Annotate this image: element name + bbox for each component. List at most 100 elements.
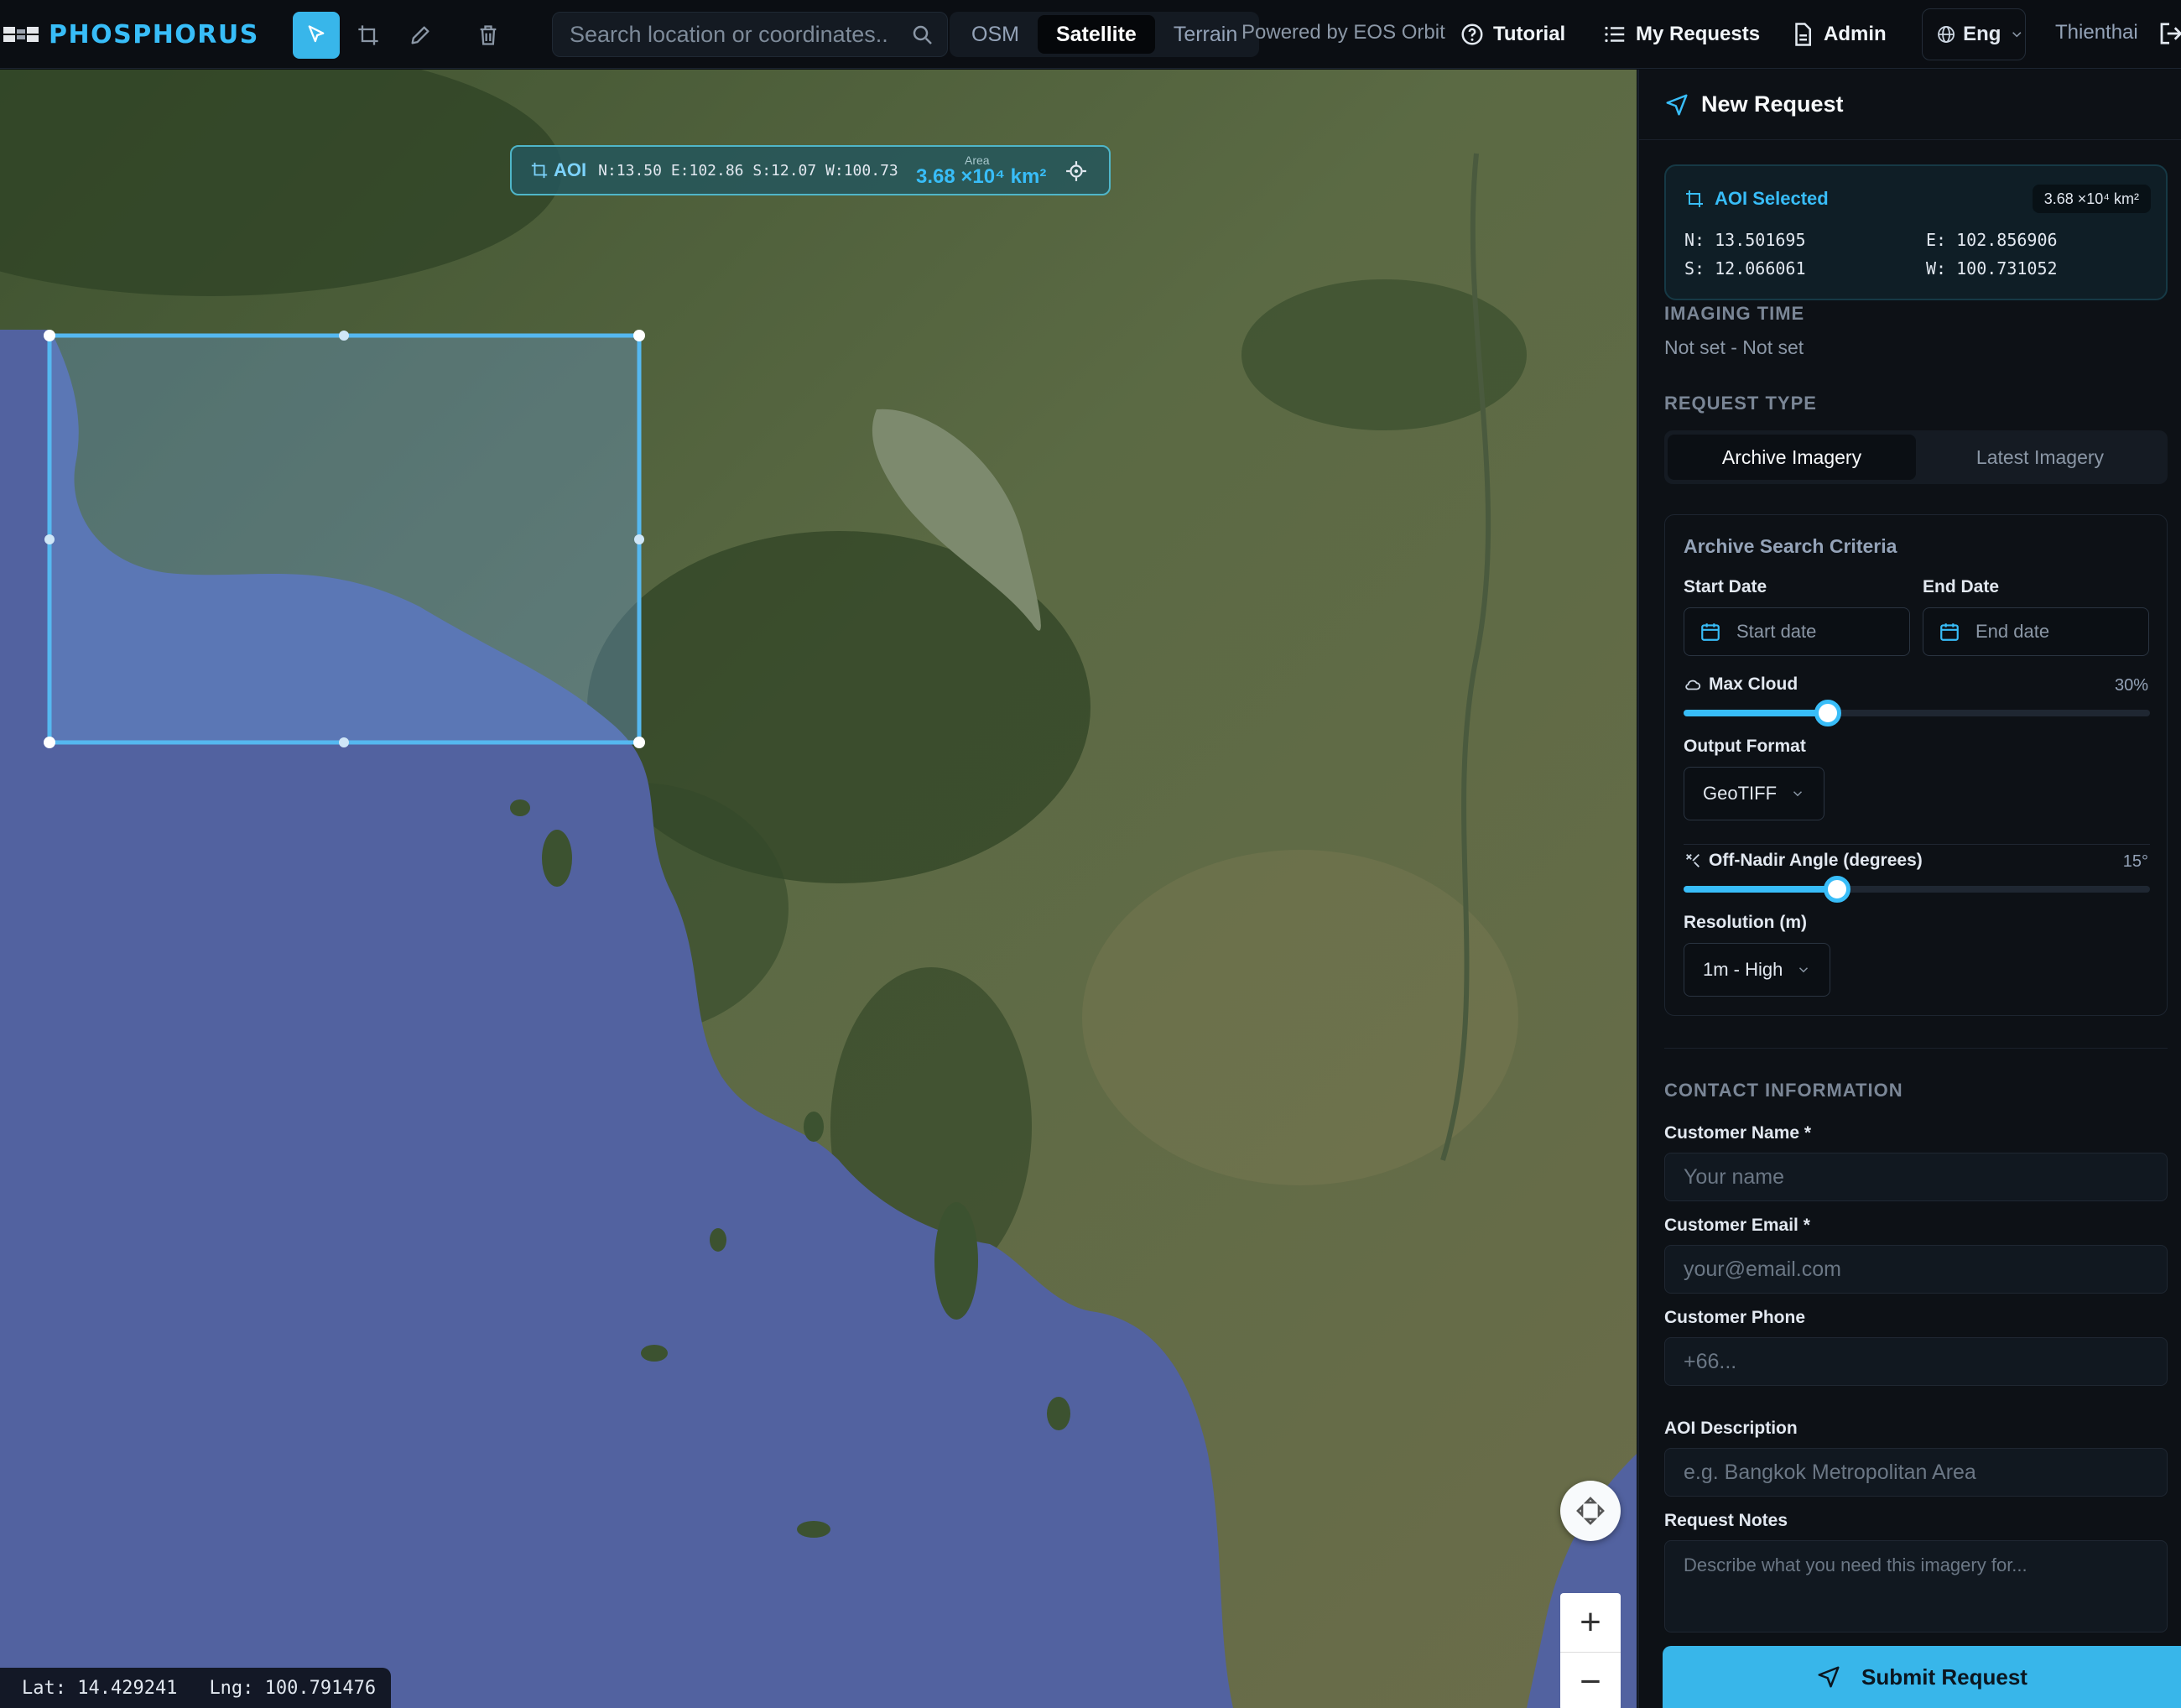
request-type-toggle: Archive Imagery Latest Imagery (1664, 430, 2168, 484)
archive-search-criteria: Archive Search Criteria Start Date End D… (1664, 514, 2168, 1016)
draw-tool-button[interactable] (397, 12, 444, 59)
max-cloud-slider[interactable] (1684, 700, 2150, 726)
zoom-controls: + − (1560, 1593, 1621, 1708)
off-nadir-slider[interactable] (1684, 876, 2150, 903)
locate-target-icon[interactable] (1065, 160, 1087, 182)
criteria-divider (1684, 844, 2150, 845)
max-cloud-value: 30% (2114, 676, 2148, 695)
tutorial-label: Tutorial (1493, 23, 1566, 45)
customer-email-label: Customer Email * (1664, 1216, 1810, 1235)
language-value: Eng (1963, 23, 2001, 45)
calendar-icon (1940, 623, 1959, 641)
powered-by-label: Powered by EOS Orbit (1241, 21, 1445, 44)
logout-icon[interactable] (2158, 18, 2181, 49)
app-logo[interactable]: PHOSPHORUS (0, 15, 259, 54)
output-format-value: GeoTIFF (1703, 783, 1778, 804)
off-nadir-value: 15° (2122, 852, 2148, 871)
chevron-down-icon (1793, 791, 1803, 797)
language-select[interactable]: Eng (1922, 8, 2026, 60)
admin-button[interactable]: Admin (1790, 17, 1887, 52)
request-panel: New Request AOI Selected 3.68 ×10⁴ km² N… (1637, 70, 2181, 1708)
calendar-icon (1701, 623, 1720, 641)
map-type-switcher: OSM Satellite Terrain (950, 12, 1260, 57)
off-nadir-slider-fill (1684, 886, 1838, 893)
start-date-input[interactable]: Start date (1684, 607, 1910, 656)
aoi-label: AOI (554, 159, 587, 180)
crop-icon (1686, 190, 1703, 207)
pencil-icon (411, 26, 429, 44)
pan-control-button[interactable] (1560, 1481, 1621, 1541)
panel-header: New Request (1639, 70, 2181, 140)
customer-email-input[interactable] (1664, 1245, 2168, 1294)
archive-imagery-tab[interactable]: Archive Imagery (1668, 435, 1916, 480)
satellite-imagery (0, 70, 1637, 1708)
output-format-select[interactable]: GeoTIFF (1684, 767, 1825, 820)
select-tool-button[interactable] (293, 12, 340, 59)
cursor-coordinates: Lat: 14.429241 Lng: 100.791476 (0, 1668, 391, 1708)
max-cloud-slider-handle[interactable] (1814, 700, 1842, 726)
imaging-time-heading: IMAGING TIME (1664, 303, 1805, 324)
admin-label: Admin (1824, 23, 1887, 45)
max-cloud-label: Max Cloud (1684, 674, 1798, 695)
user-name: Thienthai (2055, 21, 2138, 44)
aoi-east: E: 102.856906 (1926, 230, 2058, 250)
submit-request-label: Submit Request (1861, 1664, 2027, 1690)
zoom-out-button[interactable]: − (1560, 1652, 1621, 1708)
chevron-down-icon (1799, 967, 1809, 973)
search-icon[interactable] (910, 23, 935, 48)
output-format-label: Output Format (1684, 737, 1806, 756)
submit-request-button[interactable]: Submit Request (1663, 1646, 2181, 1708)
document-icon (1795, 23, 1811, 46)
aoi-north: N: 13.501695 (1684, 230, 1806, 250)
satellite-map[interactable]: AOI N:13.50 E:102.86 S:12.07 W:100.73 Ar… (0, 70, 1637, 1708)
help-circle-icon (1461, 23, 1483, 45)
zoom-in-button[interactable]: + (1560, 1593, 1621, 1652)
my-requests-button[interactable]: My Requests (1602, 17, 1760, 52)
move-arrows-icon (1576, 1497, 1605, 1525)
aoi-area-badge: 3.68 ×10⁴ km² (2032, 185, 2151, 213)
aoi-description-input[interactable] (1664, 1448, 2168, 1497)
chevron-down-icon (2012, 32, 2022, 38)
list-icon (1605, 26, 1625, 43)
crop-tool-button[interactable] (345, 12, 392, 59)
send-icon (1666, 94, 1688, 115)
off-nadir-slider-handle[interactable] (1824, 876, 1851, 903)
start-date-label: Start Date (1684, 577, 1767, 596)
aoi-card-title-text: AOI Selected (1715, 188, 1829, 209)
start-date-placeholder: Start date (1736, 621, 1817, 642)
map-type-osm[interactable]: OSM (953, 15, 1038, 54)
cursor-lng: Lng: 100.791476 (209, 1677, 377, 1699)
end-date-placeholder: End date (1975, 621, 2050, 642)
contact-info-heading: CONTACT INFORMATION (1664, 1080, 1903, 1101)
request-notes-input[interactable] (1664, 1540, 2168, 1632)
latest-imagery-tab[interactable]: Latest Imagery (1916, 435, 2164, 480)
criteria-title: Archive Search Criteria (1684, 535, 1897, 557)
resolution-value: 1m - High (1703, 959, 1783, 980)
cloud-icon (1685, 680, 1701, 690)
send-icon (1818, 1666, 1840, 1688)
resolution-select[interactable]: 1m - High (1684, 943, 1831, 997)
cursor-lat: Lat: 14.429241 (22, 1677, 178, 1699)
end-date-label: End Date (1923, 577, 2000, 596)
crop-icon (358, 25, 378, 45)
satellite-logo-icon (3, 27, 39, 42)
panel-title: New Request (1701, 91, 1844, 117)
satellite-angle-icon (1686, 854, 1700, 867)
customer-name-input[interactable] (1664, 1153, 2168, 1201)
customer-name-label: Customer Name * (1664, 1123, 1812, 1143)
end-date-input[interactable]: End date (1923, 607, 2149, 656)
delete-tool-button[interactable] (465, 12, 512, 59)
off-nadir-text: Off-Nadir Angle (degrees) (1709, 851, 1923, 870)
globe-icon (1938, 26, 1955, 43)
aoi-coordinates: N:13.50 E:102.86 S:12.07 W:100.73 (598, 161, 898, 180)
customer-phone-input[interactable] (1664, 1337, 2168, 1386)
max-cloud-text: Max Cloud (1709, 674, 1798, 694)
customer-phone-label: Customer Phone (1664, 1308, 1806, 1327)
map-type-satellite[interactable]: Satellite (1037, 15, 1155, 54)
search-input[interactable] (570, 21, 888, 48)
tutorial-button[interactable]: Tutorial (1460, 17, 1565, 52)
my-requests-label: My Requests (1636, 23, 1761, 45)
aoi-area-value: 3.68 ×10⁴ km² (916, 165, 1047, 188)
section-divider (1664, 1048, 2168, 1049)
aoi-description-label: AOI Description (1664, 1419, 1798, 1438)
